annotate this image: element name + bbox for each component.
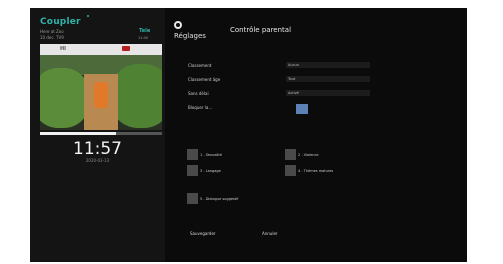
checkbox-suggestif[interactable] [187, 193, 198, 204]
block-toggle[interactable] [296, 104, 308, 114]
checkbox-violence[interactable] [285, 149, 296, 160]
save-button[interactable]: Sauvegarder [190, 230, 216, 238]
checkbox-langage-label: 3 - Langage [200, 169, 221, 173]
channel-logo: Tele [139, 28, 151, 34]
section-title: Réglages [174, 32, 206, 40]
live-preview[interactable]: HI [40, 44, 162, 130]
program-schedule: 10 dec. TV9 [40, 35, 64, 40]
checkbox-langage[interactable] [187, 165, 198, 176]
preview-red-mark [122, 46, 130, 51]
preview-header-text: HI [60, 46, 67, 52]
preview-figure [94, 82, 108, 108]
preview-bush-left [40, 68, 90, 128]
age-rating-field[interactable]: Tout [286, 76, 370, 82]
block-label: Bloquer la... [188, 105, 213, 110]
checkbox-sexualite-label: 1 - Sexualité [200, 153, 222, 157]
brand-dot-icon [87, 15, 89, 17]
progress-fill [40, 132, 116, 135]
clock: 11:57 [73, 139, 122, 159]
tv-screen: Coupler Here at Zoo 10 dec. TV9 Tele 11:… [30, 8, 467, 262]
no-delay-field[interactable]: Activé [286, 90, 370, 96]
cancel-button[interactable]: Annuler [262, 230, 278, 238]
age-rating-label: Classement âge [188, 77, 221, 82]
checkbox-suggestif-label: 5 - Dialogue suggestif [200, 197, 239, 201]
program-title: Here at Zoo [40, 29, 64, 34]
brand-logo: Coupler [40, 17, 81, 27]
checkbox-violence-label: 2 - Violence [298, 153, 319, 157]
checkbox-themes[interactable] [285, 165, 296, 176]
no-delay-label: Sans délai [188, 91, 209, 96]
info-panel: Coupler Here at Zoo 10 dec. TV9 Tele 11:… [30, 8, 165, 262]
channel-time: 11:00 [138, 36, 149, 40]
date: 2020-03-13 [85, 158, 110, 163]
rating-label: Classement [188, 63, 212, 68]
page-title: Contrôle parental [230, 26, 292, 34]
checkbox-sexualite[interactable] [187, 149, 198, 160]
checkbox-themes-label: 4 - Thèmes matures [298, 169, 334, 173]
preview-header: HI [40, 44, 162, 55]
rating-field[interactable]: Aucun [286, 62, 370, 68]
progress-bar [40, 132, 162, 135]
gear-icon [174, 21, 182, 29]
